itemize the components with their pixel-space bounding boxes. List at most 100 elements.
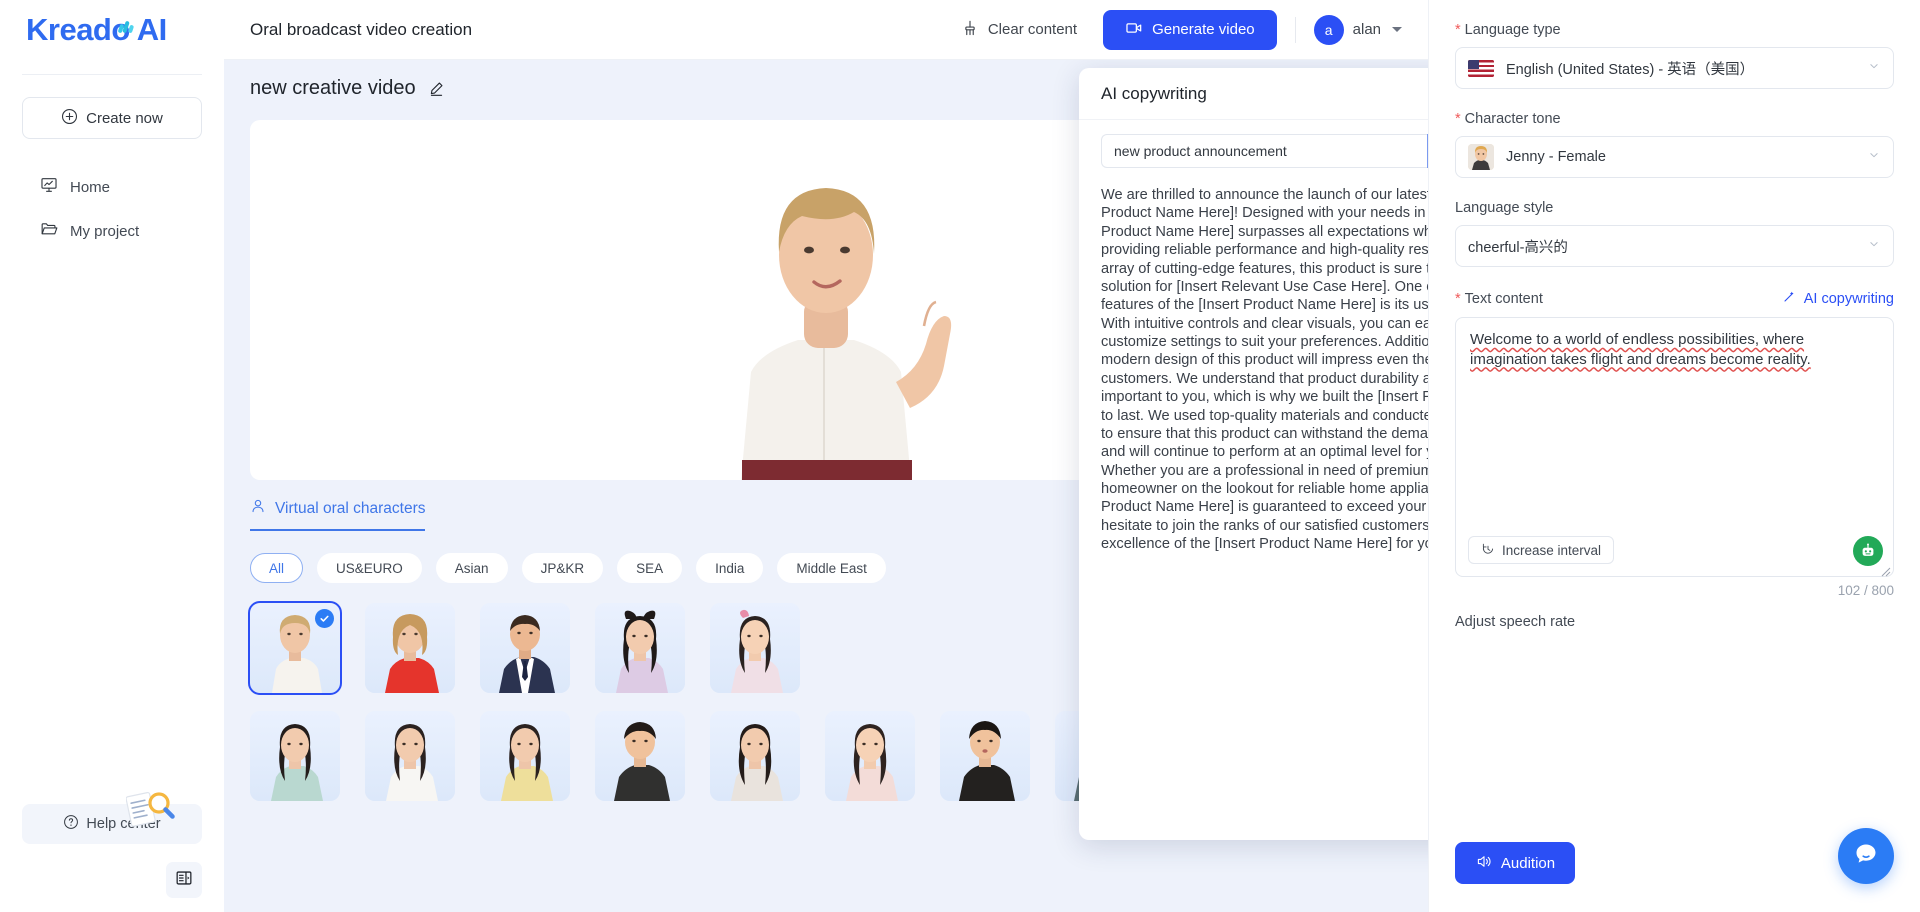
chip-asian[interactable]: Asian	[435, 553, 508, 583]
avatar-card-man-black-jacket[interactable]	[940, 711, 1030, 801]
question-circle-icon	[63, 814, 79, 834]
logo-word-2: AI	[136, 12, 168, 47]
ai-copywriting-modal: AI copywriting Generate We are th	[1079, 68, 1428, 840]
logo-text: Kreado AI	[26, 12, 167, 48]
top-bar: Oral broadcast video creation Clear cont…	[224, 0, 1428, 60]
tone-avatar-icon	[1468, 144, 1494, 170]
user-menu[interactable]: a alan	[1313, 14, 1406, 45]
clear-content-button[interactable]: Clear content	[945, 12, 1093, 48]
help-center-button[interactable]: Help center	[22, 791, 202, 844]
language-type-select[interactable]: English (United States) - 英语（美国）	[1455, 47, 1894, 89]
tab-virtual-oral-characters[interactable]: Virtual oral characters	[250, 498, 426, 531]
modal-result-body[interactable]: We are thrilled to announce the launch o…	[1079, 178, 1428, 840]
chip-sea[interactable]: SEA	[617, 553, 683, 583]
generate-copy-button[interactable]: Generate	[1427, 134, 1428, 168]
text-content-textarea[interactable]: Welcome to a world of endless possibilit…	[1455, 317, 1894, 577]
label-text: Text content	[1464, 290, 1543, 307]
ai-copywriting-link-label: AI copywriting	[1803, 290, 1894, 307]
app-root: Kreado AI Create now Home My project Hel…	[0, 0, 1920, 912]
sidebar-item-my-project[interactable]: My project	[0, 209, 224, 253]
audition-label: Audition	[1500, 854, 1556, 872]
sidebar-divider	[22, 74, 202, 75]
avatar-thumb	[710, 603, 800, 693]
chevron-down-icon	[1867, 148, 1881, 167]
avatar-thumb	[480, 603, 570, 693]
avatar-thumb	[365, 603, 455, 693]
editor-area: new creative video Virtual oral characte…	[224, 60, 1428, 912]
label-text: Character tone	[1464, 111, 1561, 127]
avatar-card-woman-teal-top[interactable]	[250, 711, 340, 801]
logo-accent-dots	[117, 5, 134, 41]
avatar-card-woman-cat-ears[interactable]	[595, 603, 685, 693]
avatar-card-man-navy-suit[interactable]	[480, 603, 570, 693]
avatar-card-blonde-white-shirt[interactable]	[248, 601, 342, 695]
character-tone-select[interactable]: Jenny - Female	[1455, 136, 1894, 178]
pencil-icon[interactable]	[428, 80, 445, 97]
toolbar-divider	[1294, 16, 1296, 43]
speaker-icon	[1475, 853, 1492, 874]
sidebar-nav: Home My project	[0, 165, 224, 253]
speech-rate-label: Adjust speech rate	[1455, 614, 1576, 630]
main-column: Oral broadcast video creation Clear cont…	[224, 0, 1428, 912]
broom-icon	[961, 19, 979, 41]
avatar-thumb	[250, 711, 340, 801]
generate-video-button[interactable]: Generate video	[1103, 9, 1277, 50]
avatar-card-woman-pink-blouse[interactable]	[825, 711, 915, 801]
video-camera-icon	[1125, 19, 1143, 41]
folder-icon	[40, 220, 58, 242]
avatar-thumb	[825, 711, 915, 801]
ai-copywriting-link[interactable]: AI copywriting	[1782, 289, 1894, 308]
collapse-sidebar-button[interactable]	[166, 862, 202, 898]
required-mark: *	[1455, 22, 1461, 38]
us-flag-icon	[1468, 59, 1494, 77]
audition-button[interactable]: Audition	[1455, 842, 1575, 884]
avatar-card-woman-pink-bow[interactable]	[710, 603, 800, 693]
chip-india[interactable]: India	[696, 553, 764, 583]
avatar-thumb	[940, 711, 1030, 801]
avatar-card-woman-red-top[interactable]	[365, 603, 455, 693]
help-center-label: Help center	[86, 816, 161, 832]
chip-jp-kr[interactable]: JP&KR	[521, 553, 604, 583]
text-content-label-row: * Text content AI copywriting	[1455, 289, 1894, 308]
generated-copy-text: We are thrilled to announce the launch o…	[1101, 187, 1428, 553]
robot-assistant-icon[interactable]	[1853, 536, 1883, 566]
person-icon	[250, 498, 266, 519]
chat-bubble-icon	[1852, 840, 1880, 873]
sidebar-item-home[interactable]: Home	[0, 165, 224, 209]
page-title: Oral broadcast video creation	[250, 19, 473, 39]
chip-us-euro[interactable]: US&EURO	[317, 553, 422, 583]
chat-support-button[interactable]	[1838, 828, 1894, 884]
modal-header: AI copywriting	[1079, 68, 1428, 120]
brand-logo[interactable]: Kreado AI	[0, 0, 224, 60]
label-text: Language type	[1464, 22, 1561, 38]
text-content-string: Welcome to a world of endless possibilit…	[1470, 331, 1811, 368]
chip-all[interactable]: All	[250, 553, 304, 583]
avatar-card-woman-yellow-top[interactable]	[480, 711, 570, 801]
text-content-value: Welcome to a world of endless possibilit…	[1470, 330, 1879, 369]
logo-word-1: Kreado	[26, 12, 130, 47]
required-mark: *	[1455, 290, 1461, 307]
avatar-card-woman-long-hair[interactable]	[710, 711, 800, 801]
chip-middle-east[interactable]: Middle East	[777, 553, 886, 583]
top-bar-actions: Clear content Generate video a alan	[945, 9, 1406, 50]
language-type-value: English (United States) - 英语（美国）	[1506, 61, 1755, 78]
label-text: Language style	[1455, 200, 1554, 216]
sidebar-item-label: Home	[70, 178, 111, 196]
increase-interval-label: Increase interval	[1502, 542, 1602, 558]
magic-wand-icon	[1782, 289, 1797, 308]
avatar-card-man-dark-hair[interactable]	[595, 711, 685, 801]
sidebar-item-label: My project	[70, 222, 140, 240]
sidebar-bottom: Help center	[0, 791, 224, 912]
avatar-thumb	[710, 711, 800, 801]
language-style-select[interactable]: cheerful-高兴的	[1455, 225, 1894, 267]
avatar-card-woman-white-blouse[interactable]	[365, 711, 455, 801]
stage-presenter-image	[566, 120, 1086, 480]
avatar-thumb	[480, 711, 570, 801]
character-counter: 102 / 800	[1837, 583, 1894, 598]
prompt-input[interactable]	[1101, 134, 1427, 168]
clear-content-label: Clear content	[987, 21, 1078, 38]
textarea-resize-handle[interactable]	[1881, 564, 1891, 577]
create-now-button[interactable]: Create now	[22, 97, 202, 139]
increase-interval-button[interactable]: Increase interval	[1468, 536, 1615, 564]
chevron-down-icon	[1867, 59, 1881, 78]
